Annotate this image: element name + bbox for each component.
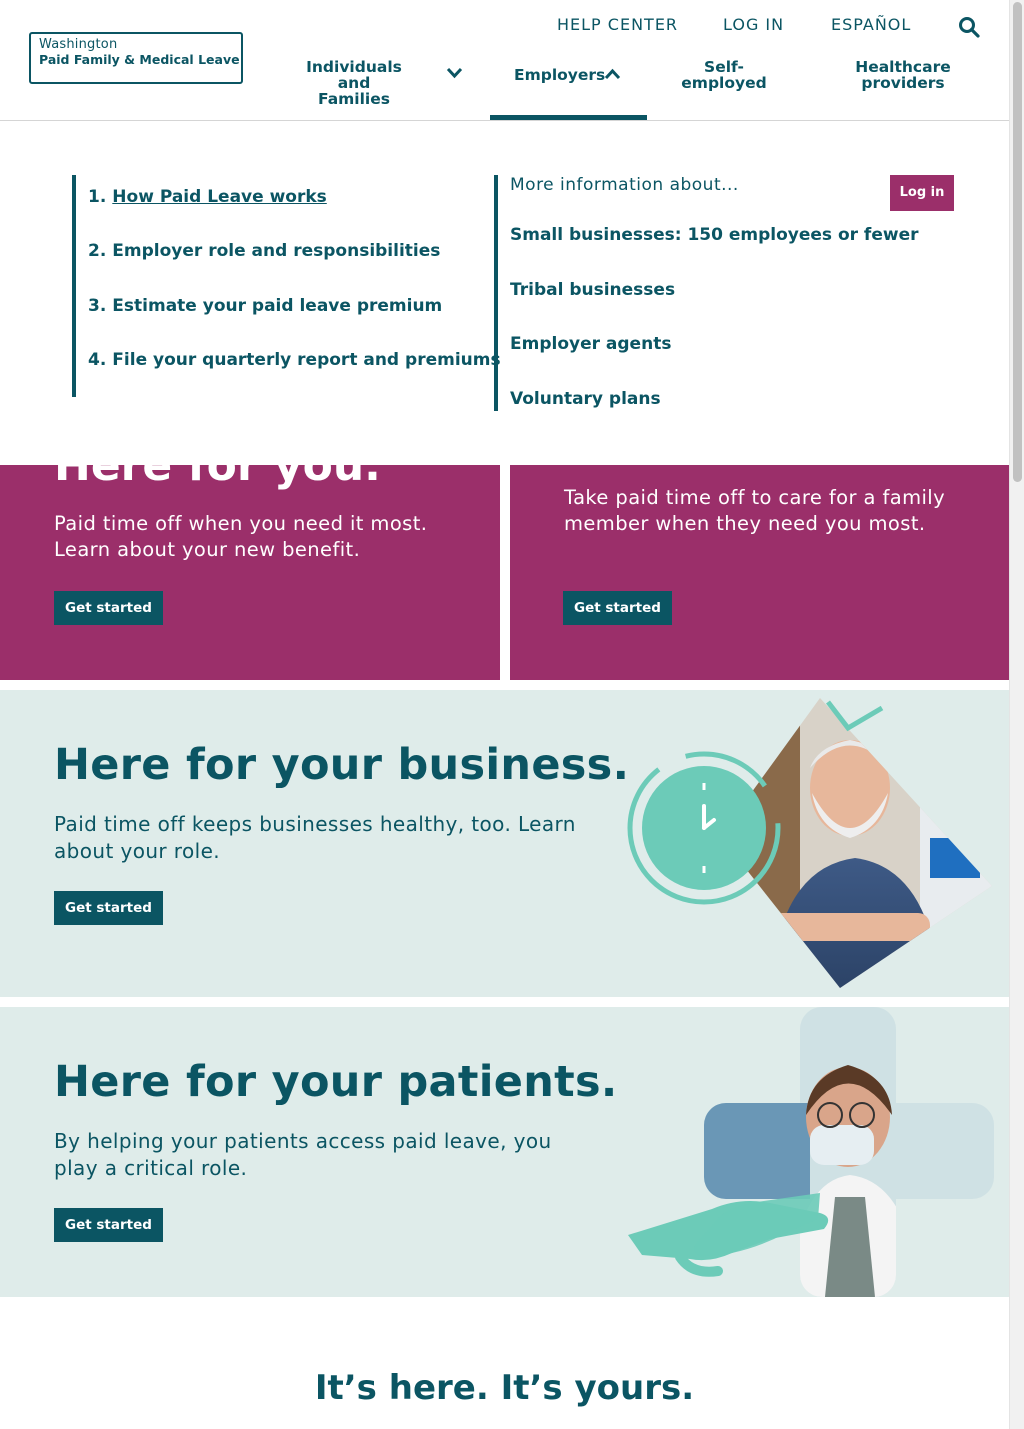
espanol-link[interactable]: ESPAÑOL [831, 15, 911, 34]
section-heading-its-here: It’s here. It’s yours. [314, 1368, 695, 1408]
get-started-button[interactable]: Get started [54, 891, 163, 925]
log-in-link[interactable]: LOG IN [723, 15, 784, 34]
nav-healthcare-providers[interactable]: Healthcare providers [846, 59, 960, 91]
business-text: Paid time off keeps businesses healthy, … [54, 812, 576, 863]
business-illustration [627, 698, 992, 988]
site-logo[interactable]: Washington Paid Family & Medical Leave [29, 32, 243, 84]
business-section: Here for your business. Paid time off ke… [0, 690, 1009, 997]
employer-steps-list: 1. How Paid Leave works 2. Employer role a… [72, 175, 501, 397]
log-in-button[interactable]: Log in [890, 175, 954, 211]
chevron-down-icon[interactable] [446, 67, 463, 79]
clock-icon [627, 751, 781, 905]
help-center-link[interactable]: HELP CENTER [557, 15, 678, 34]
search-icon[interactable] [958, 16, 980, 38]
more-info-heading: More information about... [510, 175, 739, 195]
step-label: How Paid Leave works [112, 187, 327, 207]
get-started-button[interactable]: Get started [54, 1208, 163, 1242]
employers-dropdown-menu: 1. How Paid Leave works 2. Employer role a… [0, 121, 1009, 465]
nav-active-indicator [490, 115, 647, 120]
patients-text: By helping your patients access paid lea… [54, 1129, 552, 1180]
patients-section: Here for your patients. By helping your … [0, 1007, 1009, 1297]
logo-line-2: Paid Family & Medical Leave [39, 52, 240, 67]
step-number: 3. [88, 296, 107, 316]
nav-self-label-1: Self- [704, 58, 744, 76]
page-scrollbar[interactable] [1009, 0, 1024, 1429]
site-header: Washington Paid Family & Medical Leave H… [0, 0, 1009, 121]
get-started-button[interactable]: Get started [54, 591, 163, 625]
voluntary-plans-link[interactable]: Voluntary plans [510, 389, 661, 409]
step-number: 1. [88, 187, 107, 207]
more-info-list: More information about... Small business… [494, 175, 918, 411]
nav-individuals-label-1: Individuals and [306, 58, 402, 92]
logo-line-1: Washington [39, 37, 118, 52]
step-label: File your quarterly report and premiums [112, 350, 501, 370]
helping-hands-icon [628, 1193, 829, 1277]
nav-health-label-1: Healthcare [855, 58, 951, 76]
nav-health-label-2: providers [861, 74, 945, 92]
step-label: Employer role and responsibilities [112, 241, 441, 261]
card-text: Take paid time off to care for a family … [564, 486, 946, 535]
patients-title: Here for your patients. [54, 1057, 618, 1107]
nav-self-employed[interactable]: Self- employed [676, 59, 772, 91]
chevron-up-icon[interactable] [604, 68, 621, 80]
employer-agents-link[interactable]: Employer agents [510, 334, 671, 354]
nav-individuals-label-2: Families [318, 90, 390, 108]
step-label: Estimate your paid leave premium [112, 296, 443, 316]
nav-employers[interactable]: Employers [514, 67, 605, 83]
get-started-button[interactable]: Get started [563, 591, 672, 625]
card-text: Paid time off when you need it most. Lea… [54, 512, 428, 561]
step-number: 4. [88, 350, 107, 370]
tribal-businesses-link[interactable]: Tribal businesses [510, 280, 675, 300]
patients-illustration [628, 1007, 994, 1297]
photo-doctor-mask [704, 1007, 994, 1297]
step-link-2[interactable]: 2. Employer role and responsibilities [88, 241, 440, 261]
nav-self-label-2: employed [681, 74, 767, 92]
nav-individuals-families[interactable]: Individuals and Families [290, 59, 418, 107]
section-divider [0, 680, 1009, 690]
step-link-3[interactable]: 3. Estimate your paid leave premium [88, 296, 442, 316]
step-number: 2. [88, 241, 107, 261]
business-title: Here for your business. [54, 740, 630, 790]
step-link-1[interactable]: 1. How Paid Leave works [88, 187, 327, 207]
small-businesses-link[interactable]: Small businesses: 150 employees or fewer [510, 225, 918, 245]
section-divider [0, 997, 1009, 1007]
step-link-4[interactable]: 4. File your quarterly report and premium… [88, 350, 501, 370]
scrollbar-thumb[interactable] [1013, 2, 1022, 482]
